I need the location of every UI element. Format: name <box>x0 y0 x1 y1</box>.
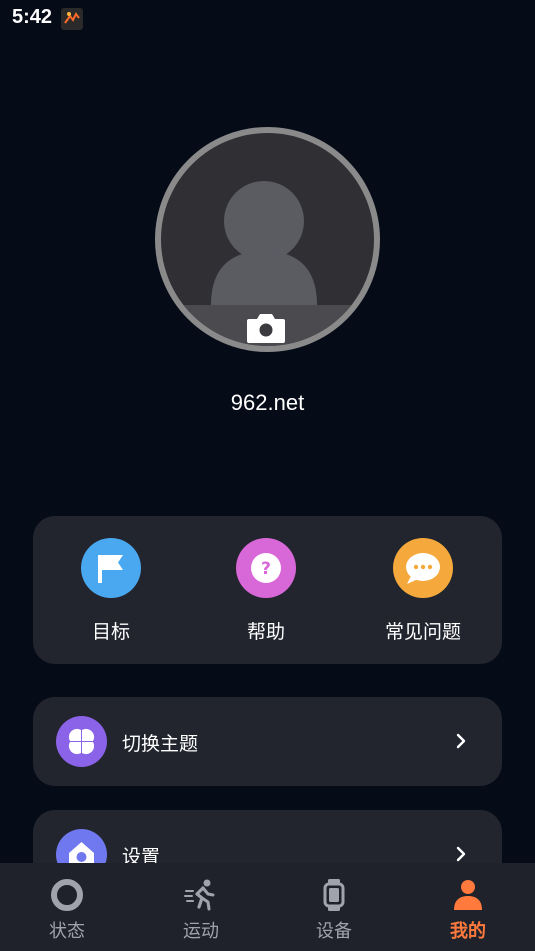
chevron-right-icon <box>456 846 466 862</box>
tab-label: 设备 <box>316 921 352 942</box>
quick-action-goal[interactable]: 目标 <box>41 538 181 648</box>
runner-icon <box>184 879 215 911</box>
status-bar: 5:42 <box>0 0 535 38</box>
tab-exercise[interactable]: 运动 <box>134 863 268 951</box>
ring-icon <box>51 879 83 911</box>
theme-petals-icon <box>56 716 107 767</box>
tab-mine[interactable]: 我的 <box>401 863 535 951</box>
bottom-tab-bar: 状态 运动 设备 我的 <box>0 863 535 951</box>
tab-label: 我的 <box>450 921 486 942</box>
avatar[interactable] <box>155 127 380 352</box>
watch-icon <box>323 879 345 911</box>
username: 962.net <box>230 390 305 415</box>
tab-device[interactable]: 设备 <box>267 863 401 951</box>
camera-icon[interactable] <box>245 311 287 345</box>
quick-action-help[interactable]: ? 帮助 <box>196 538 336 648</box>
quick-action-label: 帮助 <box>246 621 285 643</box>
question-icon: ? <box>236 538 296 598</box>
svg-text:?: ? <box>261 559 271 579</box>
quick-action-label: 目标 <box>91 621 130 643</box>
quick-action-faq[interactable]: 常见问题 <box>353 538 493 648</box>
chevron-right-icon <box>456 733 466 749</box>
person-icon <box>454 880 482 910</box>
tab-status[interactable]: 状态 <box>0 863 134 951</box>
quick-actions-card: 目标 ? 帮助 常见问题 <box>33 516 502 664</box>
flag-icon <box>81 538 141 598</box>
chat-bubble-icon <box>393 538 453 598</box>
notification-app-icon <box>61 8 83 30</box>
menu-row-label: 切换主题 <box>122 733 199 755</box>
tab-label: 状态 <box>49 921 85 942</box>
status-time: 5:42 <box>12 6 53 28</box>
menu-row-switch-theme[interactable]: 切换主题 <box>33 697 502 786</box>
quick-action-label: 常见问题 <box>384 621 461 643</box>
tab-label: 运动 <box>183 921 219 942</box>
